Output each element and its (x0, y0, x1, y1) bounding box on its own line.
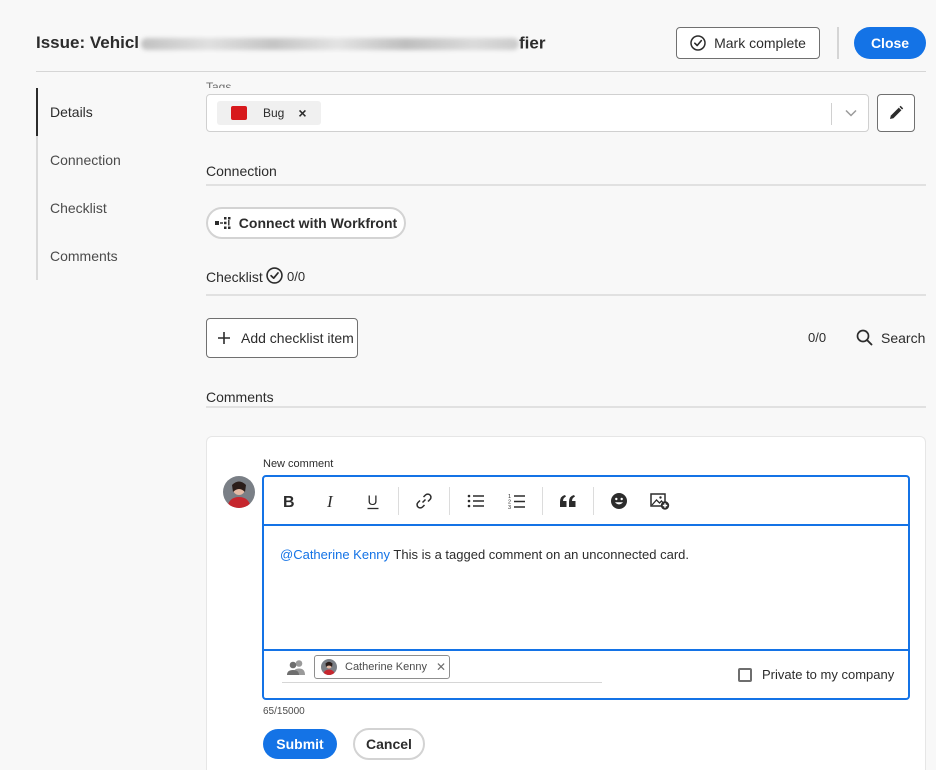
redacted-title-blur (141, 37, 519, 50)
private-label: Private to my company (762, 667, 895, 682)
new-comment-label: New comment (263, 458, 334, 470)
remove-user-icon[interactable]: ✕ (436, 660, 446, 674)
people-input-underline[interactable] (282, 682, 602, 683)
tag-label: Bug (263, 106, 285, 120)
nav-item-connection[interactable]: Connection (50, 152, 121, 168)
svg-text:U: U (368, 493, 378, 508)
pencil-icon (890, 105, 904, 119)
italic-button[interactable]: I (319, 489, 343, 513)
workfront-connect-icon (214, 217, 231, 229)
submit-button[interactable]: Submit (263, 729, 337, 759)
mark-complete-label: Mark complete (714, 35, 806, 51)
user-photo-icon (223, 476, 255, 508)
tag-color-swatch (231, 106, 247, 120)
private-checkbox[interactable] (738, 667, 752, 682)
quote-icon (560, 495, 576, 507)
plus-icon (218, 332, 230, 344)
comment-body-text: This is a tagged comment on an unconnect… (390, 547, 689, 562)
connect-workfront-button[interactable]: Connect with Workfront (206, 207, 406, 239)
insert-image-button[interactable] (648, 489, 672, 513)
header-divider (837, 27, 839, 59)
mark-complete-button[interactable]: Mark complete (676, 27, 820, 59)
toolbar-separator (398, 487, 399, 515)
search-icon (856, 329, 873, 346)
link-button[interactable] (412, 489, 436, 513)
emoji-button[interactable] (607, 489, 631, 513)
issue-title-prefix: Issue: Vehicl (36, 33, 139, 52)
svg-text:B: B (283, 494, 295, 509)
search-label: Search (881, 329, 926, 346)
comments-heading: Comments (206, 389, 274, 405)
comments-rule (206, 406, 926, 408)
underline-button[interactable]: U (361, 489, 385, 513)
checklist-search-button[interactable]: Search (856, 329, 925, 346)
comment-text[interactable]: @Catherine Kenny This is a tagged commen… (280, 547, 689, 562)
checklist-heading: Checklist (206, 269, 263, 285)
close-button[interactable]: Close (854, 27, 926, 59)
people-icon (287, 660, 305, 675)
image-add-icon (650, 493, 670, 510)
tags-label: Tags (206, 80, 232, 88)
tags-combobox[interactable]: Bug × (206, 94, 869, 132)
bold-button[interactable]: B (277, 489, 301, 513)
tagged-user-name: Catherine Kenny (345, 661, 427, 673)
numbered-list-button[interactable]: 123 (505, 489, 529, 513)
connect-workfront-label: Connect with Workfront (238, 215, 398, 231)
tagged-user-chip: Catherine Kenny ✕ (314, 655, 450, 679)
check-circle-icon (690, 35, 706, 51)
chevron-down-icon[interactable] (843, 105, 859, 121)
dialog-header: Issue: Vehicl fier Mark complete Close (0, 0, 936, 72)
svg-text:I: I (326, 493, 334, 509)
toolbar-separator (593, 487, 594, 515)
checklist-check-circle-icon (266, 267, 283, 284)
avatar (223, 476, 255, 508)
tagged-users-row: Catherine Kenny ✕ Private to my company (264, 651, 908, 698)
user-chip-avatar (321, 659, 337, 675)
svg-text:3: 3 (508, 505, 511, 510)
add-checklist-item-button[interactable]: Add checklist item (206, 318, 358, 358)
blockquote-button[interactable] (556, 489, 580, 513)
tags-divider (831, 103, 832, 125)
add-checklist-item-label: Add checklist item (241, 330, 354, 346)
issue-title: Issue: Vehicl fier (36, 33, 545, 54)
bold-icon: B (283, 494, 295, 509)
toolbar-separator (542, 487, 543, 515)
underline-icon: U (367, 493, 379, 509)
nav-item-details[interactable]: Details (50, 104, 93, 120)
connection-heading: Connection (206, 163, 277, 179)
private-checkbox-row[interactable]: Private to my company (738, 667, 894, 682)
smiley-icon (611, 493, 627, 509)
connection-rule (206, 184, 926, 186)
edit-tags-button[interactable] (877, 94, 915, 132)
cancel-button[interactable]: Cancel (353, 728, 425, 760)
mention-link[interactable]: @Catherine Kenny (280, 547, 390, 562)
checklist-rule (206, 294, 926, 296)
italic-icon: I (326, 493, 334, 509)
toolbar-separator (449, 487, 450, 515)
remove-tag-icon[interactable]: × (298, 105, 306, 121)
nav-item-comments[interactable]: Comments (50, 248, 118, 264)
character-count: 65/15000 (263, 706, 305, 717)
bulleted-list-button[interactable] (464, 489, 488, 513)
bulleted-list-icon (467, 494, 484, 508)
issue-title-suffix: fier (519, 33, 546, 53)
checklist-progress: 0/0 (287, 269, 306, 284)
checklist-count: 0/0 (808, 330, 827, 345)
tag-chip-bug: Bug × (217, 101, 321, 125)
numbered-list-icon: 123 (508, 494, 525, 510)
comment-editor[interactable]: B I U 123 @Catherine Kenny This is a tag… (262, 475, 910, 700)
editor-toolbar: B I U 123 (264, 477, 908, 526)
header-rule (36, 71, 926, 72)
user-photo-icon (321, 659, 337, 675)
nav-item-checklist[interactable]: Checklist (50, 200, 107, 216)
link-icon (416, 493, 432, 509)
side-nav-active-indicator (36, 88, 38, 136)
